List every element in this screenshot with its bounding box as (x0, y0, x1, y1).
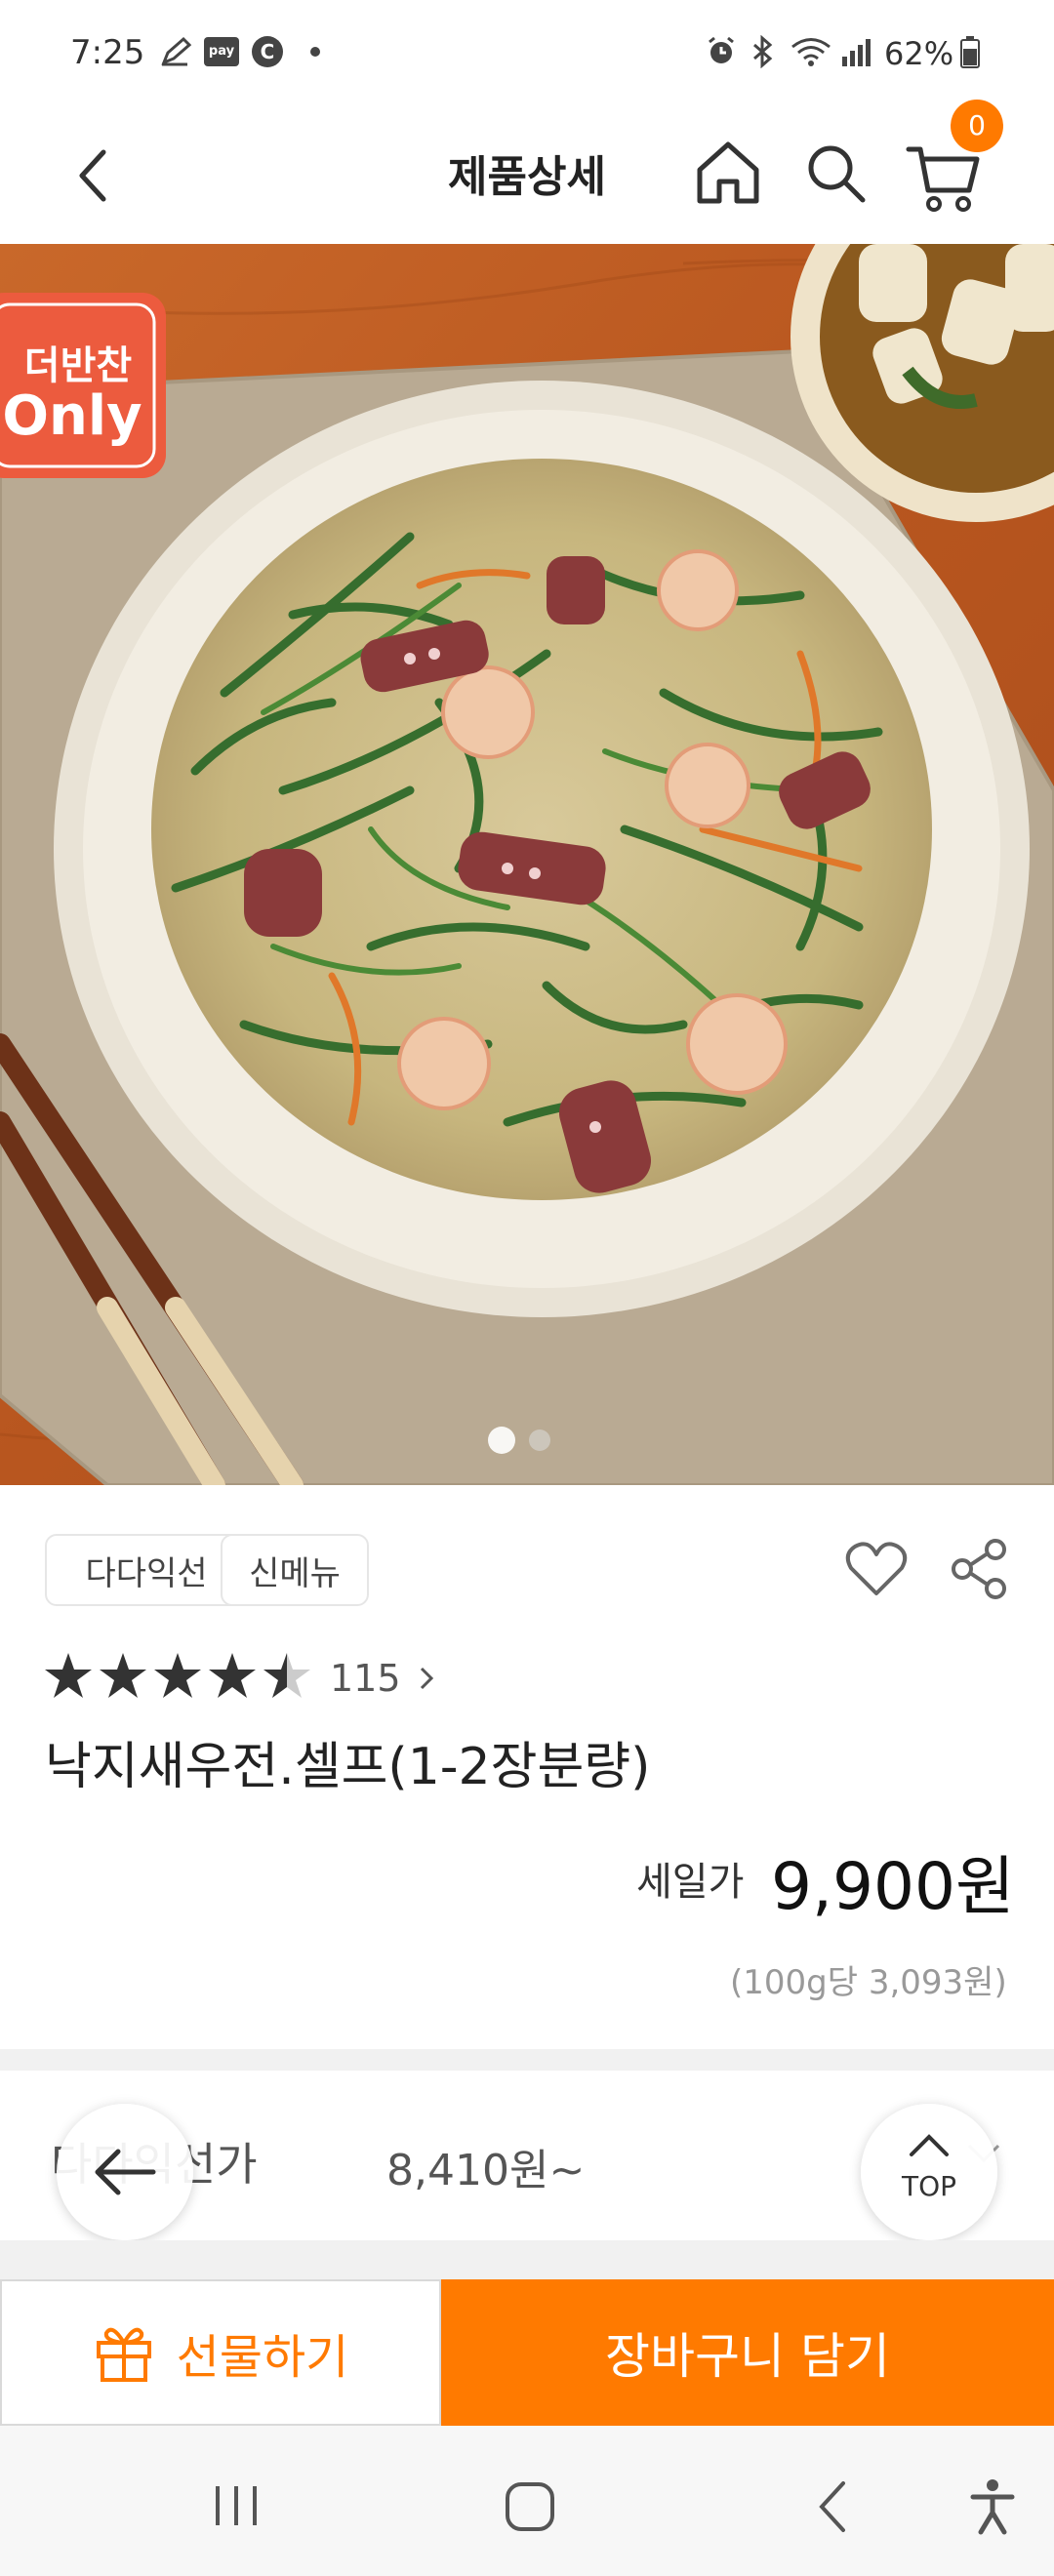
accessibility-icon (970, 2479, 1015, 2535)
section-divider (0, 2049, 1054, 2071)
page-title: 제품상세 (448, 152, 606, 202)
sale-price-label: 세일가 (636, 1860, 745, 1905)
alarm-icon (705, 35, 738, 68)
chevron-right-icon (419, 1657, 434, 1700)
wifi-icon (789, 35, 833, 68)
c-app-icon: C (250, 35, 285, 68)
product-name: 낙지새우전.셀프(1-2장분량) (45, 1738, 651, 1796)
signal-icon (839, 35, 874, 68)
badge-line1: 더반찬 (23, 343, 133, 388)
search-icon (808, 145, 866, 203)
pay-icon: pay (203, 35, 240, 68)
top-app-bar: 제품상세 0 (0, 100, 1054, 245)
gift-button[interactable]: 선물하기 (0, 2279, 441, 2426)
product-image-carousel[interactable]: 더반찬 Only (0, 244, 1054, 1485)
chevron-left-icon (79, 149, 106, 202)
gift-icon (96, 2327, 151, 2382)
carousel-dot-active[interactable] (488, 1427, 515, 1454)
sale-price: 9,900원 (771, 1849, 1015, 1924)
home-button[interactable] (691, 129, 765, 217)
accessibility-button[interactable] (958, 2473, 1027, 2541)
status-time: 7:25 (70, 33, 145, 72)
gift-label: 선물하기 (176, 2330, 349, 2385)
battery-icon (958, 35, 982, 68)
back-nav-button[interactable] (802, 2473, 861, 2541)
scroll-top-button[interactable]: TOP (861, 2104, 997, 2240)
carousel-dot[interactable] (529, 1429, 550, 1451)
cart-count-badge: 0 (951, 100, 1003, 152)
arrow-left-icon (95, 2149, 156, 2195)
chevron-up-icon (910, 2134, 949, 2156)
battery-percent: 62% (884, 35, 954, 72)
cart-icon (906, 146, 980, 212)
add-to-cart-button[interactable]: 장바구니 담기 (441, 2279, 1054, 2426)
home-circle-icon (506, 2482, 554, 2531)
home-icon (697, 141, 759, 204)
search-button[interactable] (798, 129, 872, 217)
back-button[interactable] (59, 137, 127, 215)
section-divider (0, 2240, 1054, 2279)
heart-icon (845, 1542, 908, 1595)
dadaikseon-price: 8,410원~ (386, 2146, 586, 2195)
badge-line2: Only (2, 384, 142, 448)
review-count: 115 (330, 1657, 401, 1700)
unit-price: (100g당 3,093원) (730, 1963, 1007, 2002)
add-to-cart-label: 장바구니 담기 (605, 2328, 890, 2385)
tag-new-menu: 신메뉴 (221, 1534, 369, 1606)
share-button[interactable] (943, 1532, 1017, 1606)
floating-back-button[interactable] (57, 2104, 193, 2240)
stars-icon (45, 1653, 310, 1698)
share-icon (952, 1539, 1006, 1599)
pencil-icon (156, 35, 195, 68)
product-photo (0, 244, 1054, 1485)
review-count-link[interactable]: 115 (330, 1657, 434, 1700)
status-bar: 7:25 pay C 62% (0, 0, 1054, 107)
bluetooth-icon (748, 35, 779, 68)
carousel-indicator (488, 1427, 550, 1454)
recent-apps-icon (216, 2486, 257, 2525)
notification-dot-icon (310, 47, 320, 57)
star-rating (43, 1651, 316, 1702)
recent-apps-button[interactable] (205, 2475, 267, 2537)
home-nav-button[interactable] (496, 2473, 564, 2541)
top-label: TOP (901, 2170, 957, 2202)
system-navigation-bar (0, 2426, 1054, 2576)
tag-dadaikseon: 다다익선 (45, 1534, 248, 1606)
back-chevron-icon (819, 2481, 845, 2532)
wishlist-button[interactable] (839, 1532, 913, 1606)
